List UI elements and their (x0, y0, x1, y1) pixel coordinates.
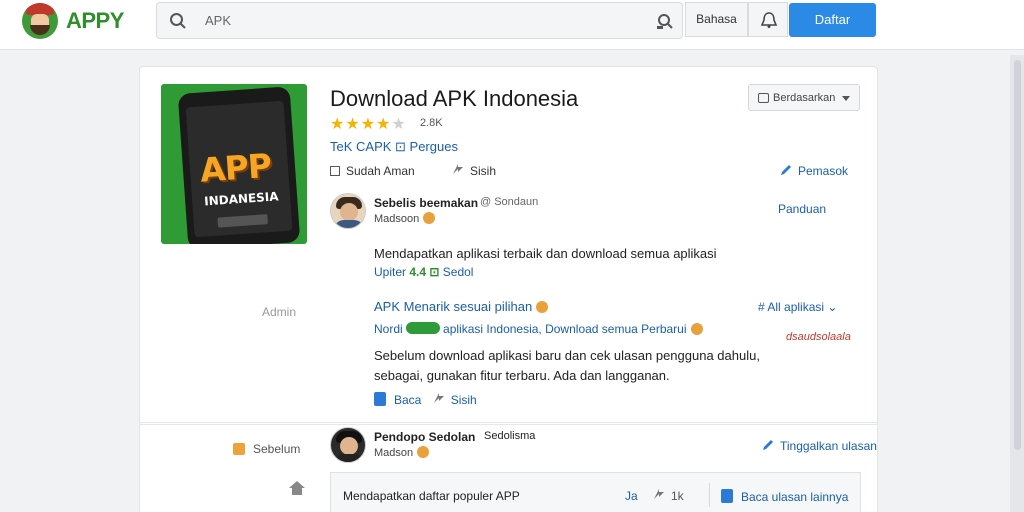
comment-author[interactable]: Pendopo Sedolan (374, 430, 475, 444)
list-icon (758, 93, 769, 103)
comment-body-line-1: Sebelum download aplikasi baru dan cek u… (374, 348, 760, 363)
badge-icon (536, 301, 549, 313)
all-apps-link[interactable]: # All aplikasi ⌄ (758, 300, 837, 314)
star-rating: ★★★★★ (330, 116, 407, 133)
comment-role: Madson (374, 446, 430, 459)
section-label: Admin (262, 305, 297, 319)
home-icon[interactable] (288, 480, 306, 496)
meta-safe: Sudah Aman (330, 164, 415, 178)
more-reviews-link[interactable]: Baca ulasan lainnya (721, 489, 848, 504)
document-icon (721, 489, 733, 503)
language-button[interactable]: Bahasa (685, 2, 748, 37)
divider (139, 422, 878, 423)
rating-count: 2.8K (420, 117, 443, 129)
logo-mascot-icon (22, 3, 58, 39)
comment-author[interactable]: Sebelis beemakan (374, 196, 478, 210)
sort-dropdown-label: Berdasarkan (773, 92, 836, 104)
logo-text: APPY (66, 8, 124, 33)
meta-share[interactable]: Sisih (452, 164, 496, 178)
share-arrow-icon (433, 393, 444, 403)
subsection-title[interactable]: APK Menarik sesuai pilihan (374, 299, 549, 314)
tag-pill (406, 322, 441, 334)
pen-icon (781, 165, 791, 175)
app-thumbnail[interactable]: APP INDANESIA (161, 84, 307, 244)
report-link[interactable]: Panduan (778, 202, 826, 216)
phone-illustration: APP INDANESIA (177, 86, 301, 244)
comment-body-line-2: sebagai, gunakan fitur terbaru. Ada dan … (374, 368, 670, 383)
top-bar: APPY APK Bahasa Daftar (0, 0, 1024, 50)
divider (709, 483, 710, 507)
search-bar[interactable]: APK (156, 2, 683, 39)
sidebar-filter[interactable]: Sebelum (233, 442, 300, 456)
avatar[interactable] (330, 427, 366, 463)
share-link[interactable]: Pemasok (780, 164, 848, 178)
stamp-text: dsaudsolaala (786, 331, 851, 343)
comment-text: Mendapatkan aplikasi terbaik dan downloa… (374, 246, 717, 261)
share-arrow-icon (453, 164, 463, 174)
bell-icon (760, 12, 778, 28)
page-title: Download APK Indonesia (330, 86, 579, 111)
sort-dropdown[interactable]: Berdasarkan (748, 84, 860, 111)
notification-button[interactable] (748, 2, 788, 37)
share-arrow-icon (654, 489, 664, 499)
reply-box-tag[interactable]: Ja (625, 489, 638, 503)
read-action[interactable]: Baca (374, 392, 421, 407)
developer-link[interactable]: TeK CAPK ⊡ Pergues (330, 139, 458, 155)
app-image-title: APP (198, 145, 273, 190)
chevron-down-icon: ⌄ (827, 300, 838, 314)
reply-box-text: Mendapatkan daftar populer APP (343, 489, 520, 503)
search-input[interactable]: APK (205, 13, 231, 28)
comment-handle: Sedolisma (484, 430, 536, 442)
reply-box[interactable]: Mendapatkan daftar populer APP Ja 1k Bac… (330, 472, 861, 512)
badge-icon (423, 212, 436, 224)
comment-stats: Upiter 4.4 ⊡ Sedol (374, 265, 474, 279)
image-search-icon[interactable] (656, 12, 674, 30)
share-action[interactable]: Sisih (433, 393, 477, 407)
badge-icon (690, 323, 703, 335)
chevron-down-icon (842, 96, 850, 101)
comment-handle: @ Sondaun (480, 196, 539, 208)
document-icon (374, 392, 386, 406)
search-icon (170, 13, 186, 29)
comment-actions: Baca Sisih (374, 392, 477, 407)
avatar[interactable] (330, 193, 366, 229)
reply-link[interactable]: Tinggalkan ulasan (762, 439, 877, 453)
checkbox-icon (330, 166, 340, 176)
subsection-line: Nordi aplikasi Indonesia, Download semua… (374, 322, 703, 336)
badge-icon (417, 446, 430, 458)
site-logo[interactable]: APPY (22, 3, 124, 39)
pen-icon (763, 440, 773, 450)
app-image-subtitle: INDANESIA (203, 189, 279, 209)
reply-box-count: 1k (653, 489, 684, 503)
checkbox-icon (233, 443, 245, 455)
scrollbar-thumb[interactable] (1014, 60, 1021, 450)
register-button[interactable]: Daftar (789, 3, 876, 37)
comment-role: Madsoon (374, 212, 436, 225)
